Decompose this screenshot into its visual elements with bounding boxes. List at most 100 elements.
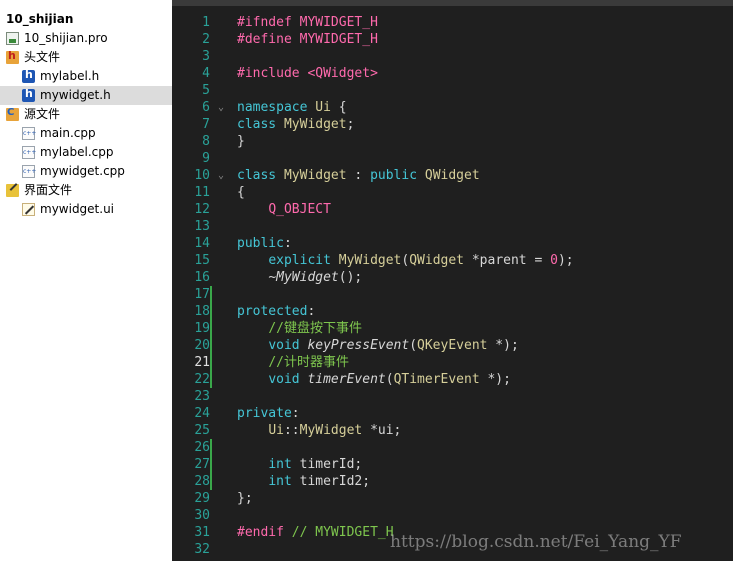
code-line[interactable]: 25 Ui::MyWidget *ui; — [172, 422, 733, 439]
line-number: 9 — [202, 151, 210, 166]
pro-file-icon — [6, 32, 19, 45]
cpp-file-icon — [22, 146, 36, 159]
line-number: 23 — [194, 389, 210, 404]
code-line[interactable]: 24 private: — [172, 405, 733, 422]
code-line[interactable]: 22 void timerEvent(QTimerEvent *); — [172, 371, 733, 388]
tree-file-item[interactable]: mylabel.h — [0, 67, 172, 86]
tree-file-item[interactable]: main.cpp — [0, 124, 172, 143]
code-text: void timerEvent(QTimerEvent *); — [268, 372, 511, 387]
line-number: 18 — [194, 304, 210, 319]
code-text: #include <QWidget> — [237, 66, 378, 81]
code-line[interactable]: 10 ⌄ class MyWidget : public QWidget — [172, 167, 733, 184]
code-line[interactable]: 30 — [172, 507, 733, 524]
code-line[interactable]: 5 — [172, 82, 733, 99]
tree-item-label: mylabel.h — [40, 69, 100, 83]
code-text: void keyPressEvent(QKeyEvent *); — [268, 338, 519, 353]
project-tree: 10_shijian 10_shijian.pro 头文件 mylabel.h mywi… — [0, 0, 172, 561]
code-line[interactable]: 15 explicit MyWidget(QWidget *parent = 0… — [172, 252, 733, 269]
line-number: 17 — [194, 287, 210, 302]
code-line[interactable]: 4 #include <QWidget> — [172, 65, 733, 82]
code-line[interactable]: 19 //键盘按下事件 — [172, 320, 733, 337]
line-number: 8 — [202, 134, 210, 149]
line-number: 31 — [194, 525, 210, 540]
tree-item-label: 源文件 — [24, 107, 61, 121]
line-number: 10 — [194, 168, 210, 183]
sources-folder-icon — [6, 107, 19, 121]
code-line[interactable]: 3 — [172, 48, 733, 65]
code-line[interactable]: 14 public: — [172, 235, 733, 252]
tree-item-label: mylabel.cpp — [40, 145, 114, 159]
line-number: 16 — [194, 270, 210, 285]
project-root-item[interactable]: 10_shijian — [0, 10, 172, 29]
line-number: 28 — [194, 474, 210, 489]
change-marker — [210, 371, 212, 388]
code-line[interactable]: 29}; — [172, 490, 733, 507]
line-number: 15 — [194, 253, 210, 268]
tree-file-item[interactable]: 10_shijian.pro — [0, 29, 172, 48]
change-marker — [210, 473, 212, 490]
tree-file-item[interactable]: mywidget.h — [0, 86, 172, 105]
tree-folder-item[interactable]: 界面文件 — [0, 181, 172, 200]
code-line[interactable]: 21 //计时器事件 — [172, 354, 733, 371]
line-number: 24 — [194, 406, 210, 421]
line-number: 13 — [194, 219, 210, 234]
code-line[interactable]: 8} — [172, 133, 733, 150]
code-line[interactable]: 18 protected: — [172, 303, 733, 320]
code-line[interactable]: 23 — [172, 388, 733, 405]
code-line[interactable]: 16 ~MyWidget(); — [172, 269, 733, 286]
code-line[interactable]: 20 void keyPressEvent(QKeyEvent *); — [172, 337, 733, 354]
line-number: 30 — [194, 508, 210, 523]
line-number: 21 — [194, 355, 210, 370]
line-number: 1 — [202, 15, 210, 30]
code-line[interactable]: 2 #define MYWIDGET_H — [172, 31, 733, 48]
line-number: 12 — [194, 202, 210, 217]
code-line[interactable]: 1 #ifndef MYWIDGET_H — [172, 14, 733, 31]
code-text: public: — [237, 236, 292, 251]
code-line[interactable]: 27 int timerId; — [172, 456, 733, 473]
code-line[interactable]: 11 { — [172, 184, 733, 201]
headers-folder-icon — [6, 49, 19, 64]
fold-chevron-icon[interactable]: ⌄ — [216, 167, 226, 184]
code-text: explicit MyWidget(QWidget *parent = 0); — [268, 253, 574, 268]
code-text: private: — [237, 406, 300, 421]
code-text: int timerId2; — [268, 474, 371, 489]
line-number: 5 — [202, 83, 210, 98]
tree-item-label: 界面文件 — [24, 183, 73, 197]
forms-folder-icon — [6, 184, 19, 197]
code-text: int timerId; — [268, 457, 363, 472]
tree-item-label: mywidget.ui — [40, 202, 115, 216]
code-text: Ui::MyWidget *ui; — [268, 423, 402, 438]
code-text: //计时器事件 — [268, 355, 349, 370]
line-number: 7 — [202, 117, 210, 132]
tree-folder-item[interactable]: 源文件 — [0, 105, 172, 124]
line-number: 4 — [202, 66, 210, 81]
change-marker — [210, 337, 212, 354]
code-line[interactable]: 6 ⌄ namespace Ui { — [172, 99, 733, 116]
code-line[interactable]: 12 Q_OBJECT — [172, 201, 733, 218]
line-number: 6 — [202, 100, 210, 115]
header-file-icon — [22, 87, 35, 102]
change-marker — [210, 439, 212, 456]
code-line[interactable]: 17 — [172, 286, 733, 303]
line-number: 3 — [202, 49, 210, 64]
line-number: 27 — [194, 457, 210, 472]
ui-file-icon — [22, 203, 35, 216]
code-line[interactable]: 26 — [172, 439, 733, 456]
tree-item-label: 头文件 — [24, 50, 61, 64]
line-number: 20 — [194, 338, 210, 353]
tree-file-item[interactable]: mywidget.ui — [0, 200, 172, 219]
fold-chevron-icon[interactable]: ⌄ — [216, 99, 226, 116]
line-number: 11 — [194, 185, 210, 200]
code-text: }; — [237, 491, 253, 506]
tree-file-item[interactable]: mywidget.cpp — [0, 162, 172, 181]
tree-file-item[interactable]: mylabel.cpp — [0, 143, 172, 162]
line-number: 22 — [194, 372, 210, 387]
code-line[interactable]: 13 — [172, 218, 733, 235]
change-marker — [210, 456, 212, 473]
code-line[interactable]: 28 int timerId2; — [172, 473, 733, 490]
code-line[interactable]: 9 — [172, 150, 733, 167]
tree-folder-item[interactable]: 头文件 — [0, 48, 172, 67]
code-line[interactable]: 7 class MyWidget; — [172, 116, 733, 133]
code-editor[interactable]: 1 #ifndef MYWIDGET_H 2 #define MYWIDGET_H 3 4… — [172, 6, 733, 561]
tree-item-label: main.cpp — [40, 126, 96, 140]
